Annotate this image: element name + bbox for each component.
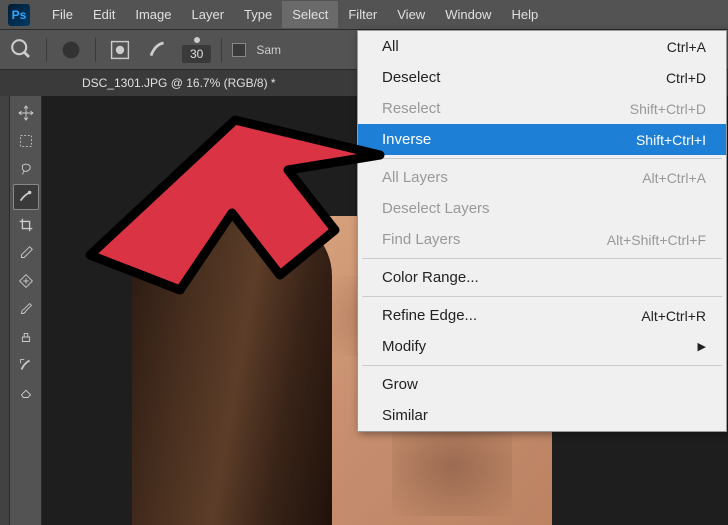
photoshop-logo: Ps bbox=[8, 4, 30, 26]
menu-item-deselect[interactable]: Deselect Ctrl+D bbox=[358, 62, 726, 93]
menu-view[interactable]: View bbox=[387, 1, 435, 28]
menu-item-shortcut: Alt+Ctrl+R bbox=[641, 308, 706, 324]
toolbox bbox=[10, 96, 42, 525]
menu-item-label: Deselect Layers bbox=[382, 200, 490, 217]
sample-label: Sam bbox=[256, 43, 281, 57]
menu-item-label: Grow bbox=[382, 376, 418, 393]
menu-separator bbox=[362, 158, 722, 159]
menu-item-shortcut: Alt+Shift+Ctrl+F bbox=[607, 232, 706, 248]
brush-dot-icon bbox=[187, 36, 207, 44]
menu-item-label: Find Layers bbox=[382, 231, 460, 248]
menu-layer[interactable]: Layer bbox=[182, 1, 235, 28]
submenu-arrow-icon: ▶ bbox=[698, 340, 706, 353]
marquee-tool[interactable] bbox=[13, 128, 39, 154]
menu-item-label: Deselect bbox=[382, 69, 440, 86]
menu-item-deselect-layers: Deselect Layers bbox=[358, 193, 726, 224]
brush-tool[interactable] bbox=[13, 296, 39, 322]
menu-item-refine-edge[interactable]: Refine Edge... Alt+Ctrl+R bbox=[358, 300, 726, 331]
menu-item-label: Inverse bbox=[382, 131, 431, 148]
brush-panel-icon[interactable] bbox=[144, 38, 172, 62]
menu-separator bbox=[362, 258, 722, 259]
menu-select[interactable]: Select bbox=[282, 1, 338, 28]
brush-size-value[interactable]: 30 bbox=[182, 45, 211, 63]
eyedropper-tool[interactable] bbox=[13, 240, 39, 266]
crop-tool[interactable] bbox=[13, 212, 39, 238]
menu-separator bbox=[362, 296, 722, 297]
menu-item-label: Refine Edge... bbox=[382, 307, 477, 324]
menu-help[interactable]: Help bbox=[501, 1, 548, 28]
menu-file[interactable]: File bbox=[42, 1, 83, 28]
menu-item-label: Modify bbox=[382, 338, 426, 355]
history-brush-tool[interactable] bbox=[13, 352, 39, 378]
menu-image[interactable]: Image bbox=[125, 1, 181, 28]
menu-item-label: All bbox=[382, 38, 399, 55]
clone-stamp-tool[interactable] bbox=[13, 324, 39, 350]
menu-item-modify[interactable]: Modify ▶ bbox=[358, 331, 726, 362]
menu-item-shortcut: Shift+Ctrl+I bbox=[636, 132, 706, 148]
brush-preset-icon[interactable] bbox=[57, 38, 85, 62]
separator bbox=[46, 38, 47, 62]
menu-item-color-range[interactable]: Color Range... bbox=[358, 262, 726, 293]
menu-item-similar[interactable]: Similar bbox=[358, 400, 726, 431]
menu-item-shortcut: Shift+Ctrl+D bbox=[630, 101, 706, 117]
menu-item-inverse[interactable]: Inverse Shift+Ctrl+I bbox=[358, 124, 726, 155]
lasso-tool[interactable] bbox=[13, 156, 39, 182]
sample-all-checkbox[interactable] bbox=[232, 43, 246, 57]
menu-item-label: Similar bbox=[382, 407, 428, 424]
menu-item-label: Color Range... bbox=[382, 269, 479, 286]
menu-item-grow[interactable]: Grow bbox=[358, 369, 726, 400]
move-tool[interactable] bbox=[13, 100, 39, 126]
quick-selection-tool[interactable] bbox=[13, 184, 39, 210]
menu-window[interactable]: Window bbox=[435, 1, 501, 28]
separator bbox=[221, 38, 222, 62]
menu-item-shortcut: Ctrl+D bbox=[666, 70, 706, 86]
menu-item-all[interactable]: All Ctrl+A bbox=[358, 31, 726, 62]
menu-item-shortcut: Alt+Ctrl+A bbox=[642, 170, 706, 186]
menu-item-find-layers: Find Layers Alt+Shift+Ctrl+F bbox=[358, 224, 726, 255]
select-menu-dropdown: All Ctrl+A Deselect Ctrl+D Reselect Shift+Ctr… bbox=[357, 30, 727, 432]
menu-separator bbox=[362, 365, 722, 366]
menu-item-reselect: Reselect Shift+Ctrl+D bbox=[358, 93, 726, 124]
menu-type[interactable]: Type bbox=[234, 1, 282, 28]
menu-item-label: Reselect bbox=[382, 100, 440, 117]
healing-brush-tool[interactable] bbox=[13, 268, 39, 294]
tool-preset-icon[interactable] bbox=[8, 38, 36, 62]
document-tab[interactable]: DSC_1301.JPG @ 16.7% (RGB/8) * bbox=[72, 72, 286, 94]
menu-filter[interactable]: Filter bbox=[338, 1, 387, 28]
eraser-tool[interactable] bbox=[13, 380, 39, 406]
menu-edit[interactable]: Edit bbox=[83, 1, 125, 28]
separator bbox=[95, 38, 96, 62]
panel-strip bbox=[0, 96, 10, 525]
menubar: Ps FileEditImageLayerTypeSelectFilterVie… bbox=[0, 0, 728, 30]
brush-settings-icon[interactable] bbox=[106, 38, 134, 62]
menu-item-all-layers: All Layers Alt+Ctrl+A bbox=[358, 162, 726, 193]
menu-item-label: All Layers bbox=[382, 169, 448, 186]
menu-item-shortcut: Ctrl+A bbox=[667, 39, 706, 55]
